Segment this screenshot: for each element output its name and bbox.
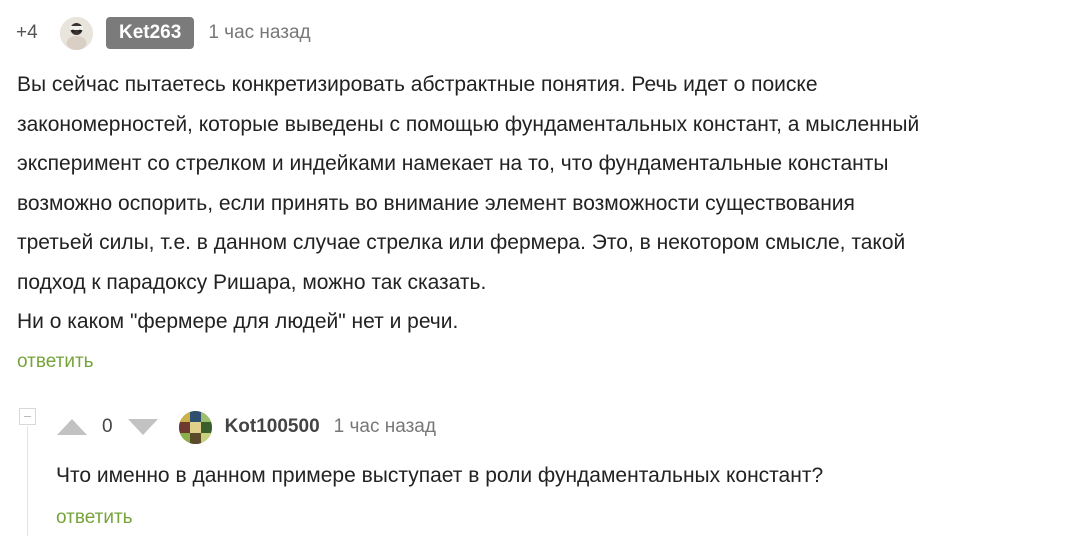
reply-button[interactable]: ответить bbox=[56, 507, 133, 529]
reply-timestamp[interactable]: 1 час назад bbox=[334, 416, 436, 438]
comment-line: Ни о каком "фермере для людей" нет и реч… bbox=[17, 310, 459, 333]
collapse-thread-button[interactable] bbox=[19, 408, 36, 425]
comment-header: +4 Ket263 1 час назад bbox=[16, 15, 311, 51]
comment-timestamp[interactable]: 1 час назад bbox=[208, 22, 310, 44]
comment-author[interactable]: Ket263 bbox=[106, 17, 195, 49]
comment-line: подход к парадоксу Ришара, можно так ска… bbox=[17, 270, 487, 294]
comment-rating: +4 bbox=[16, 22, 38, 43]
comment-line: эксперимент со стрелком и индейками наме… bbox=[17, 152, 889, 175]
comment-line: закономерностей, которые выведены с помо… bbox=[17, 112, 920, 136]
user-avatar-icon[interactable] bbox=[60, 16, 93, 50]
comment-line: Вы сейчас пытаетесь конкретизировать абс… bbox=[17, 73, 818, 96]
comment-body: Вы сейчас пытаетесь конкретизировать абс… bbox=[17, 65, 1057, 342]
comment-line: третьей силы, т.е. в данном случае стрел… bbox=[17, 231, 906, 254]
comment-line: возможно оспорить, если принять во внима… bbox=[17, 191, 855, 215]
reply-body: Что именно в данном примере выступает в … bbox=[56, 464, 824, 487]
vote-down-icon[interactable] bbox=[127, 418, 159, 436]
vote-up-icon[interactable] bbox=[56, 418, 88, 436]
reply-header: 0 Kot100500 1 час назад bbox=[56, 408, 436, 446]
thread-line bbox=[27, 426, 28, 536]
user-avatar-icon[interactable] bbox=[178, 410, 212, 444]
reply-rating: 0 bbox=[102, 416, 113, 437]
reply-button[interactable]: ответить bbox=[17, 351, 94, 373]
reply-author[interactable]: Kot100500 bbox=[225, 416, 320, 438]
